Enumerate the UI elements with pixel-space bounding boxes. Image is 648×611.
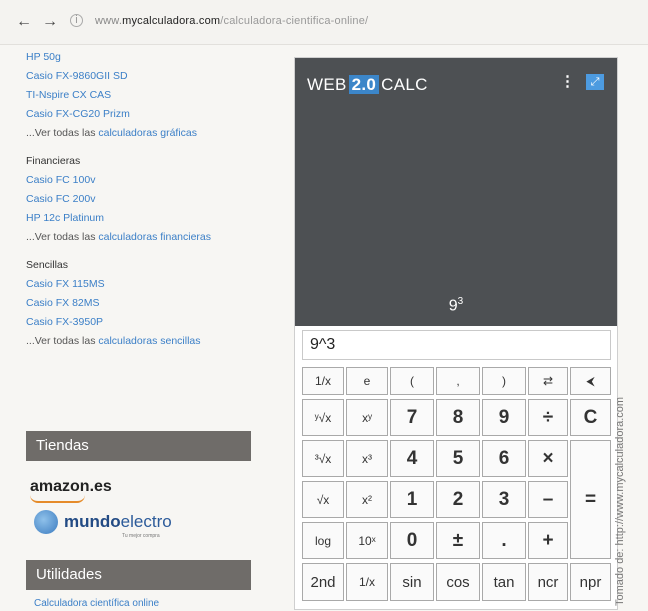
key-4[interactable]: 4	[390, 440, 434, 477]
result-base: 9	[448, 297, 458, 315]
mundo-prefix: mundo	[64, 512, 121, 531]
financieras-more: ...Ver todas las calculadoras financiera…	[26, 228, 286, 247]
back-icon[interactable]: ←	[16, 13, 32, 31]
key-5[interactable]: 5	[436, 440, 480, 477]
key-divide[interactable]: ÷	[528, 399, 568, 436]
brand-version: 2.0	[348, 75, 380, 94]
sidebar-link-fc100v[interactable]: Casio FC 100v	[26, 171, 286, 190]
key-x-cubed[interactable]: x³	[346, 440, 388, 477]
sidebar: HP 50g Casio FX-9860GII SD TI-Nspire CX …	[26, 48, 286, 351]
key-ten-pow-x[interactable]: 10ˣ	[346, 522, 388, 559]
key-log[interactable]: log	[302, 522, 344, 559]
key-plus[interactable]: +	[528, 522, 568, 559]
sencillas-heading: Sencillas	[26, 259, 69, 271]
url-prefix: www.	[95, 15, 123, 27]
financieras-more-prefix: ...Ver todas las	[26, 231, 99, 243]
key-tan[interactable]: tan	[482, 563, 526, 601]
sidebar-link-fc200v[interactable]: Casio FC 200v	[26, 190, 286, 209]
key-7[interactable]: 7	[390, 399, 434, 436]
url-path: /calculadora-cientifica-online/	[220, 15, 369, 27]
key-multiply[interactable]: ×	[528, 440, 568, 477]
key-y-root[interactable]: ʸ√x	[302, 399, 344, 436]
key-1[interactable]: 1	[390, 481, 434, 518]
key-ncr[interactable]: ncr	[528, 563, 568, 601]
sidebar-link-casio-fxcg20[interactable]: Casio FX-CG20 Prizm	[26, 105, 286, 124]
sencillas-more-prefix: ...Ver todas las	[26, 335, 99, 347]
utilidades-header: Utilidades	[26, 560, 251, 590]
key-6[interactable]: 6	[482, 440, 526, 477]
key-2[interactable]: 2	[436, 481, 480, 518]
key-equals[interactable]: =	[570, 440, 611, 559]
info-icon[interactable]: i	[70, 14, 83, 27]
mundo-slogan: Tu mejor compra	[122, 533, 160, 539]
key-x-squared[interactable]: x²	[346, 481, 388, 518]
sidebar-link-hp12c[interactable]: HP 12c Platinum	[26, 209, 286, 228]
key-decimal[interactable]: .	[482, 522, 526, 559]
key-e[interactable]: e	[346, 367, 388, 395]
graficas-more-prefix: ...Ver todas las	[26, 127, 99, 139]
key-0[interactable]: 0	[390, 522, 434, 559]
utilidades-link[interactable]: Calculadora científica online	[34, 598, 159, 609]
sidebar-link-fx3950p[interactable]: Casio FX-3950P	[26, 313, 286, 332]
sencillas-more-link[interactable]: calculadoras sencillas	[98, 335, 200, 347]
browser-address-bar: ← → i www.mycalculadora.com/calculadora-…	[0, 0, 648, 45]
graficas-more: ...Ver todas las calculadoras gráficas	[26, 124, 286, 143]
result-display: 93	[295, 296, 617, 315]
tiendas-header: Tiendas	[26, 431, 251, 461]
key-reciprocal[interactable]: 1/x	[302, 367, 344, 395]
financieras-more-link[interactable]: calculadoras financieras	[98, 231, 211, 243]
key-plus-minus[interactable]: ±	[436, 522, 480, 559]
key-reciprocal-2[interactable]: 1/x	[346, 563, 388, 601]
key-sqrt[interactable]: √x	[302, 481, 344, 518]
key-8[interactable]: 8	[436, 399, 480, 436]
graficas-more-link[interactable]: calculadoras gráficas	[98, 127, 197, 139]
financieras-heading: Financieras	[26, 155, 81, 167]
mundoelectro-logo[interactable]: mundoelectro Tu mejor compra	[34, 510, 172, 539]
key-clear[interactable]: C	[570, 399, 611, 436]
url-domain: mycalculadora.com	[122, 15, 221, 27]
key-cube-root[interactable]: ³√x	[302, 440, 344, 477]
amazon-smile-icon	[30, 495, 85, 503]
more-menu-icon[interactable]: ⋮	[560, 72, 575, 90]
key-x-pow-y[interactable]: xʸ	[346, 399, 388, 436]
key-minus[interactable]: –	[528, 481, 568, 518]
calculator-widget: WEB 2.0 CALC ⋮ ⤢ 93 9^3 1/x e ( , ) ⇄ ⮜ ʸ√…	[294, 57, 618, 610]
expand-icon[interactable]: ⤢	[586, 74, 604, 90]
mundo-suffix: electro	[120, 512, 172, 531]
key-swap[interactable]: ⇄	[528, 367, 568, 395]
sencillas-more: ...Ver todas las calculadoras sencillas	[26, 332, 286, 351]
key-npr[interactable]: npr	[570, 563, 611, 601]
amazon-logo[interactable]: amazon.es	[30, 478, 112, 496]
globe-icon	[34, 510, 58, 534]
image-credit: Tomado de: http://www.mycalculadora.com	[614, 396, 626, 606]
key-second[interactable]: 2nd	[302, 563, 344, 601]
forward-icon[interactable]: →	[42, 13, 58, 31]
sidebar-link-ti-nspire[interactable]: TI-Nspire CX CAS	[26, 86, 286, 105]
key-comma[interactable]: ,	[436, 367, 480, 395]
sidebar-link-fx115ms[interactable]: Casio FX 115MS	[26, 275, 286, 294]
calculator-display: WEB 2.0 CALC ⋮ ⤢ 93	[295, 58, 617, 326]
sidebar-link-hp50g[interactable]: HP 50g	[26, 48, 286, 67]
result-exponent: 3	[457, 296, 464, 307]
key-backspace[interactable]: ⮜	[570, 367, 611, 395]
key-sin[interactable]: sin	[390, 563, 434, 601]
expression-input[interactable]: 9^3	[302, 330, 611, 360]
key-close-paren[interactable]: )	[482, 367, 526, 395]
calculator-brand: WEB 2.0 CALC	[307, 75, 428, 95]
url-field[interactable]: www.mycalculadora.com/calculadora-cienti…	[95, 15, 368, 27]
sidebar-link-fx82ms[interactable]: Casio FX 82MS	[26, 294, 286, 313]
brand-right: CALC	[381, 75, 428, 94]
key-cos[interactable]: cos	[436, 563, 480, 601]
brand-left: WEB	[307, 75, 347, 94]
key-9[interactable]: 9	[482, 399, 526, 436]
sidebar-link-casio-fx9860[interactable]: Casio FX-9860GII SD	[26, 67, 286, 86]
key-open-paren[interactable]: (	[390, 367, 434, 395]
key-3[interactable]: 3	[482, 481, 526, 518]
